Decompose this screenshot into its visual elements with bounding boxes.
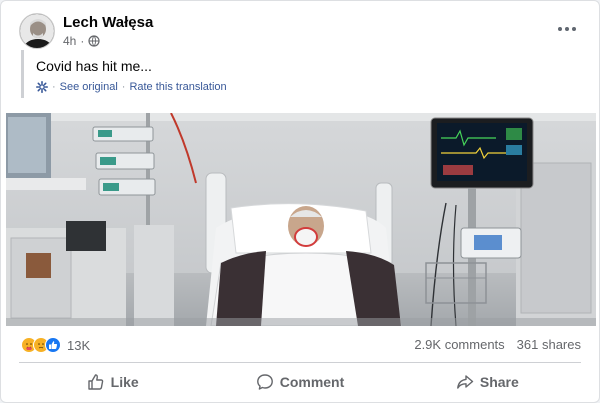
- more-options-button[interactable]: [555, 19, 579, 39]
- thumbs-up-icon: [87, 374, 103, 390]
- rate-translation-link[interactable]: Rate this translation: [129, 81, 226, 93]
- post-text: Covid has hit me...: [36, 58, 152, 74]
- reaction-icons: [21, 337, 61, 353]
- post-meta: 4h ·: [63, 34, 100, 48]
- post-header: Lech Wałęsa 4h ·: [19, 13, 581, 53]
- translation-bar: · See original · Rate this translation: [36, 81, 227, 93]
- reactions-summary[interactable]: 13K: [21, 337, 90, 353]
- more-horizontal-icon: [558, 27, 562, 31]
- engagement-stats: 2.9K comments 361 shares: [414, 337, 581, 352]
- shares-count[interactable]: 361 shares: [517, 337, 581, 352]
- globe-icon: [88, 35, 100, 47]
- action-divider: [19, 362, 581, 363]
- post-actions: Like Comment Share: [19, 366, 581, 398]
- share-label: Share: [479, 374, 519, 390]
- gear-icon[interactable]: [36, 81, 48, 93]
- share-button[interactable]: Share: [394, 366, 581, 398]
- post-photo[interactable]: [6, 113, 596, 326]
- comment-icon: [256, 374, 273, 390]
- translation-quote-bar: [21, 50, 24, 98]
- like-button[interactable]: Like: [19, 366, 206, 398]
- comment-label: Comment: [279, 374, 345, 390]
- post-card: Lech Wałęsa 4h · Covid has hit me... · S…: [0, 0, 600, 403]
- like-reaction-icon: [45, 337, 61, 353]
- post-time[interactable]: 4h: [63, 34, 76, 48]
- author-avatar[interactable]: [19, 13, 55, 49]
- dot-separator: ·: [80, 34, 85, 48]
- see-original-link[interactable]: See original: [60, 81, 118, 93]
- translation-separator: ·: [121, 81, 126, 93]
- author-name[interactable]: Lech Wałęsa: [63, 14, 153, 31]
- hospital-room-image: [6, 113, 596, 326]
- comments-count[interactable]: 2.9K comments: [414, 337, 504, 352]
- share-icon: [456, 375, 474, 389]
- reaction-count[interactable]: 13K: [67, 338, 90, 353]
- translation-separator: ·: [52, 81, 56, 93]
- like-label: Like: [110, 374, 139, 390]
- comment-button[interactable]: Comment: [206, 366, 393, 398]
